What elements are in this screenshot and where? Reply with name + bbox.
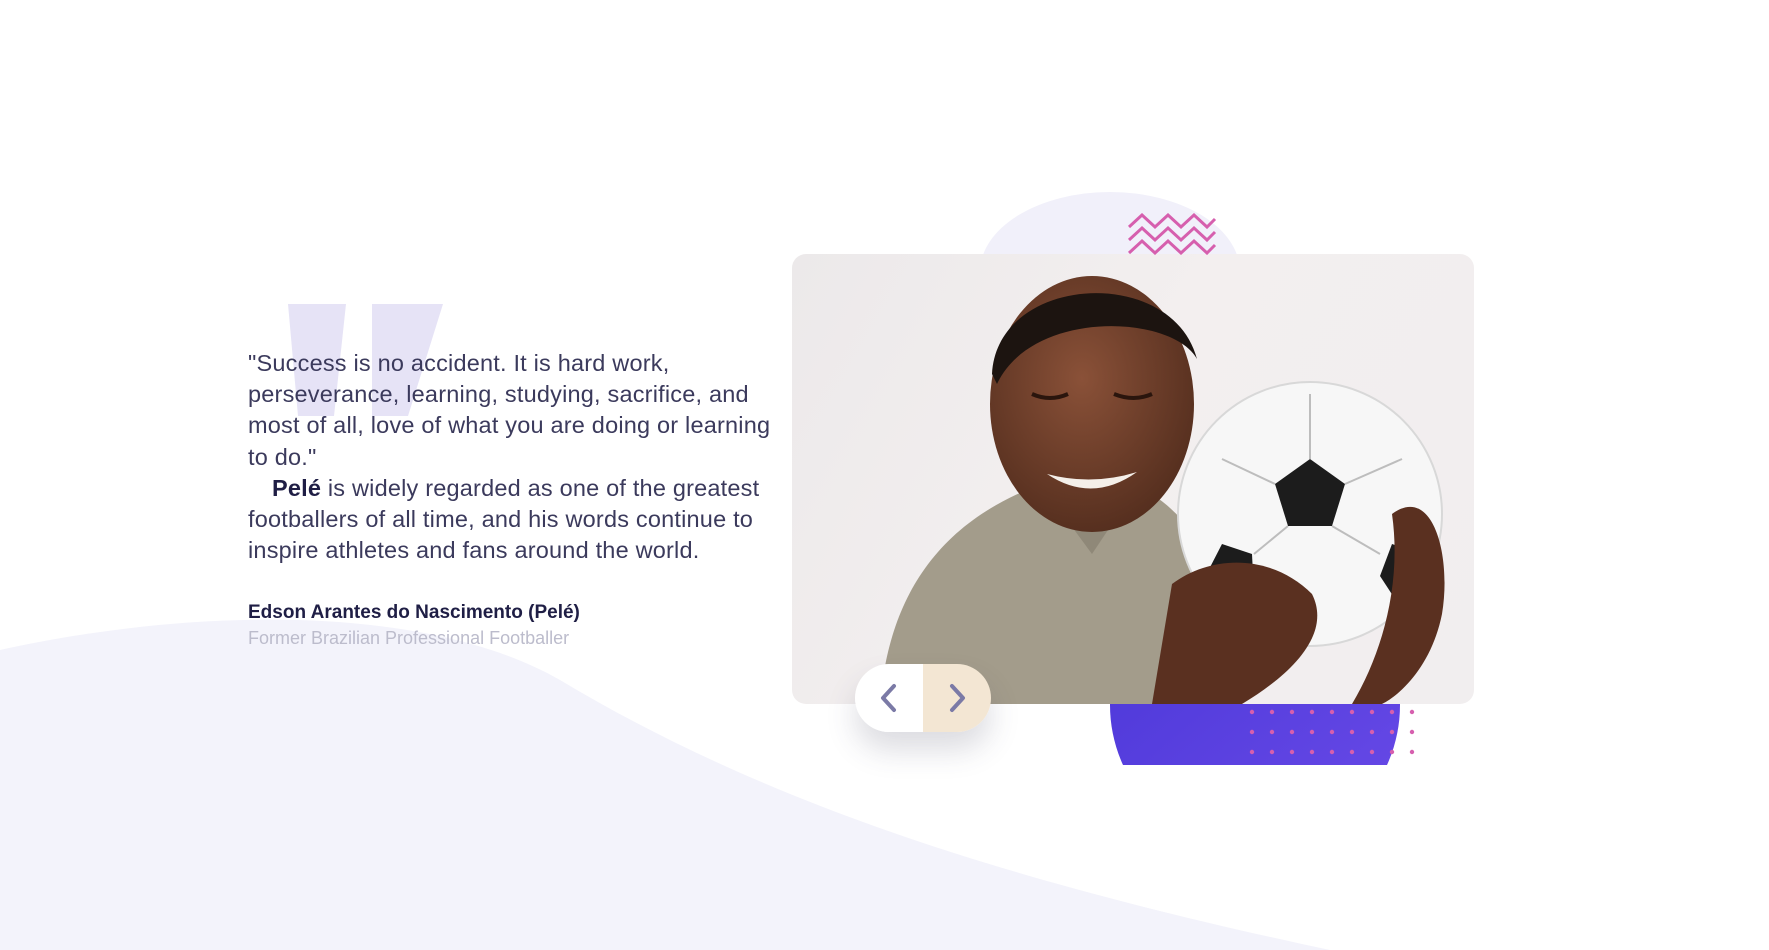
quote-line: perseverance, learning, studying, sacrif… bbox=[248, 381, 749, 408]
description-highlight-name: Pelé bbox=[272, 474, 322, 501]
quote-line: most of all, love of what you are doing … bbox=[248, 412, 771, 439]
testimonial-description: Pelé is widely regarded as one of the gr… bbox=[248, 473, 823, 567]
chevron-right-icon bbox=[950, 684, 965, 712]
testimonial-author: Edson Arantes do Nascimento (Pelé) Forme… bbox=[248, 600, 580, 650]
next-slide-button[interactable] bbox=[923, 664, 991, 732]
description-text: is widely regarded as one of the greates… bbox=[248, 474, 760, 564]
dot-grid-decoration bbox=[1249, 709, 1415, 755]
testimonial-quote: "Success is no accident. It is hard work… bbox=[248, 348, 823, 566]
quote-line: "Success is no accident. It is hard work… bbox=[248, 350, 670, 376]
chevron-left-icon bbox=[881, 684, 896, 712]
author-name: Edson Arantes do Nascimento (Pelé) bbox=[248, 602, 580, 623]
quote-line: to do." bbox=[248, 443, 317, 470]
author-role: Former Brazilian Professional Footballer bbox=[248, 628, 570, 648]
testimonial-photo bbox=[792, 254, 1474, 704]
zigzag-decoration-icon bbox=[1127, 213, 1217, 255]
portrait-illustration bbox=[880, 276, 1445, 704]
previous-slide-button[interactable] bbox=[855, 664, 923, 732]
slider-navigation bbox=[855, 664, 991, 732]
